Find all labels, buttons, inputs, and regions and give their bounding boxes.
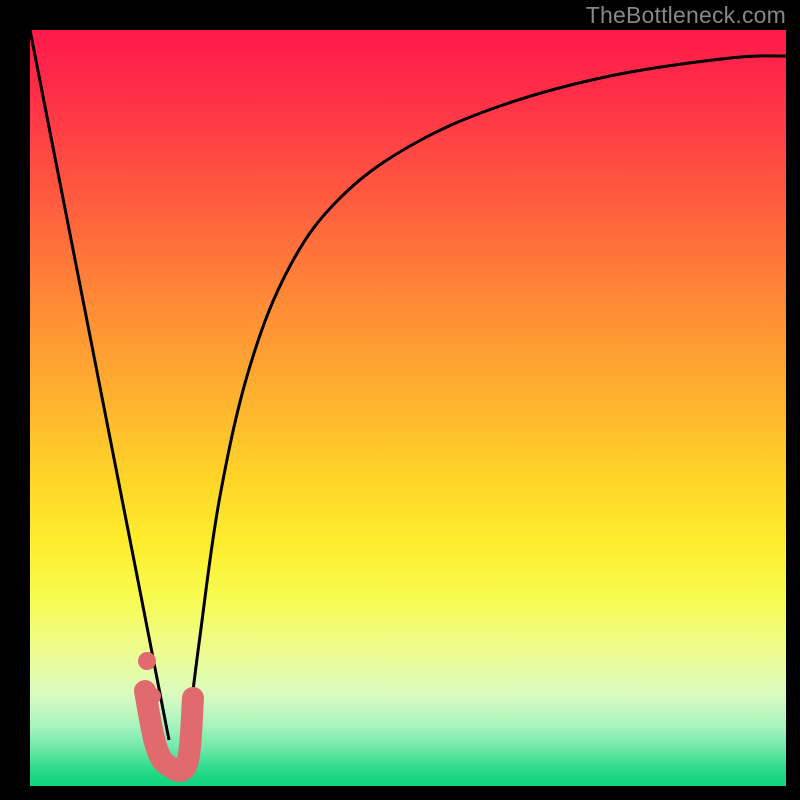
marker-1 xyxy=(145,688,161,704)
watermark-text: TheBottleneck.com xyxy=(586,2,786,29)
curves-svg xyxy=(30,30,786,786)
series-left-branch xyxy=(30,30,169,740)
series-right-branch xyxy=(187,56,786,740)
plot-area xyxy=(30,30,786,786)
chart-frame: TheBottleneck.com xyxy=(0,0,800,800)
marker-0 xyxy=(138,652,156,670)
